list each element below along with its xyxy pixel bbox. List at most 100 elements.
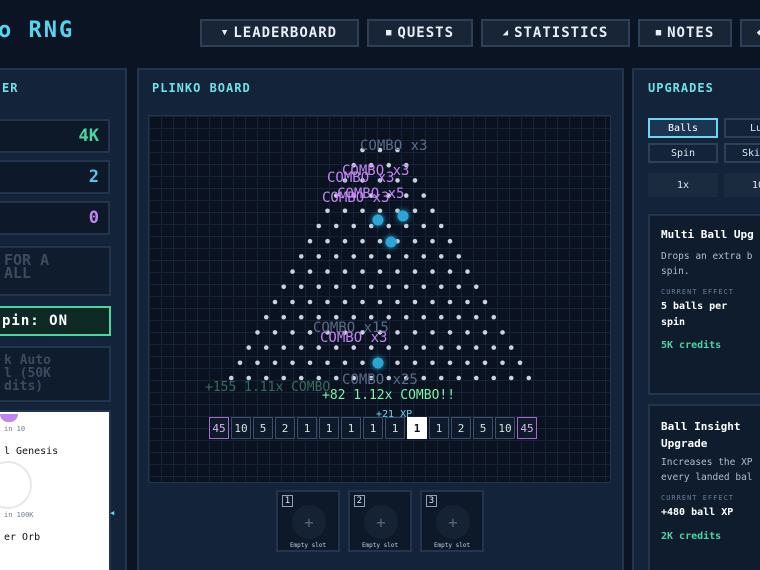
peg [307,360,313,366]
peg [395,269,400,274]
peg [465,269,470,274]
notes-button[interactable]: ■ NOTES [638,19,732,47]
quests-label: QUESTS [397,25,454,41]
upgrade-cost: 2K credits [661,531,722,542]
peg [456,254,462,259]
scroll-icon: ■ [386,28,393,38]
peg [298,284,304,290]
peg [473,375,479,381]
peg [307,238,313,244]
peg [456,284,462,290]
peg [255,330,260,335]
peg [421,254,427,259]
peg [298,314,304,320]
orb-list: in 10 l Genesis in 100K er Orb [0,410,111,570]
multiplier-slot: 10 [231,417,251,439]
slot-number: 3 [426,495,437,507]
peg [395,299,400,305]
peg [430,360,435,366]
upgrade-card-multi-ball[interactable]: Multi Ball Upg Drops an extra b spin. CU… [648,214,760,395]
peg [438,284,444,290]
chat-button[interactable]: ◆ [740,19,760,47]
peg [412,360,418,366]
peg [526,375,532,381]
tab-skills[interactable]: Ski [724,143,760,163]
peg [438,223,444,229]
peg [290,330,295,335]
peg [307,269,313,274]
qty-1x-button[interactable]: 1x [648,173,718,197]
peg [430,299,435,305]
plus-icon: + [436,505,470,539]
empty-slot-2[interactable]: 2 + Empty slot [348,490,412,552]
plus-icon: + [292,505,326,539]
peg [447,360,453,366]
peg [298,254,304,259]
peg [482,299,488,305]
combo-text: COMBO x3 [322,190,390,206]
tab-balls[interactable]: Balls [648,118,718,138]
orb-2-requirement: in 100K [4,511,34,519]
multiplier-slot: 45 [517,417,537,439]
leaderboard-button[interactable]: ▼ LEADERBOARD [200,19,359,47]
chart-icon: ◢ [502,28,510,38]
peg [325,360,330,366]
auto-spin-unlock[interactable]: k Auto l (50K dits) [0,346,111,402]
peg [412,238,418,244]
peg [368,254,374,259]
upgrade-card-ball-insight[interactable]: Ball Insight Upgrade Increases the XP ev… [648,404,760,570]
effect-label: CURRENT EFFECT [661,494,735,502]
peg [456,345,462,350]
peg [290,299,295,305]
peg [351,284,357,290]
peg [465,330,470,335]
xp-value: 0 [88,208,99,228]
peg [333,223,339,229]
auto-spin-toggle[interactable]: pin: ON [0,306,111,336]
orb-white-icon [0,463,30,507]
peg [325,208,330,214]
peg [438,314,444,320]
effect-value: +480 ball XP [661,507,734,518]
peg [403,193,409,198]
statistics-button[interactable]: ◢ STATISTICS [481,19,630,47]
upgrade-description: Increases the XP every landed bal [661,457,753,483]
peg [412,269,418,274]
peg [421,345,427,350]
qty-10x-button[interactable]: 10 [724,173,760,197]
upgrade-cost: 5K credits [661,340,722,351]
empty-slot-label: Empty slot [361,542,399,549]
peg [491,375,497,381]
tab-spin[interactable]: Spin [648,143,718,163]
peg [333,375,339,381]
peg [395,330,400,335]
empty-slot-1[interactable]: 1 + Empty slot [276,490,340,552]
multiplier-slot: 1 [429,417,449,439]
peg [290,269,295,274]
peg [342,299,348,305]
scroll-arrow-icon[interactable]: ◀ [110,509,114,517]
statistics-label: STATISTICS [514,25,609,41]
empty-slot-3[interactable]: 3 + Empty slot [420,490,484,552]
ball [372,357,384,369]
orb-purple-icon [0,414,18,422]
peg [377,238,383,244]
tab-luck[interactable]: Lu [724,118,760,138]
peg [430,208,435,214]
peg [465,360,470,366]
orb-genesis-name: l Genesis [4,446,59,457]
peg [360,238,365,244]
peg [500,330,505,335]
peg [377,269,383,274]
quests-button[interactable]: ■ QUESTS [367,19,473,47]
leaderboard-label: LEADERBOARD [233,25,338,41]
multiplier-slot: 1 [341,417,361,439]
credits-stat: 4K [0,119,110,153]
peg [403,254,409,259]
orb-2-name: er Orb [4,532,41,543]
peg [325,238,330,244]
peg [307,330,313,335]
spin-button[interactable]: FOR A ALL [0,246,111,296]
peg [430,330,435,335]
peg [333,254,339,259]
